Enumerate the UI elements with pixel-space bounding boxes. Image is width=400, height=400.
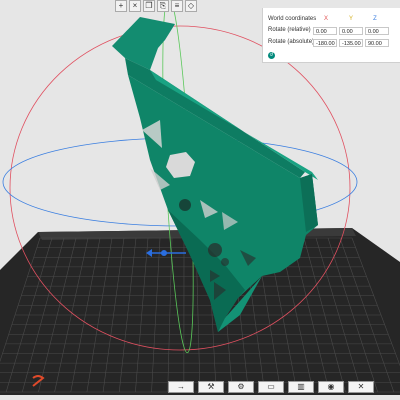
tools-icon[interactable]: ⚒ <box>198 381 224 393</box>
delete-icon[interactable]: × <box>129 0 141 12</box>
arrow-right-icon[interactable]: → <box>168 381 194 393</box>
row-label-absolute: Rotate (absolute) <box>268 39 315 45</box>
reset-rotation-icon[interactable]: ↺ <box>268 52 275 59</box>
axis-z-label: Z <box>373 16 377 22</box>
eye-icon[interactable]: ◉ <box>318 381 344 393</box>
add-object-icon[interactable]: + <box>115 0 127 12</box>
layers-icon[interactable]: ≡ <box>171 0 183 12</box>
axis-x-label: X <box>323 16 328 22</box>
placeholder-icon[interactable]: ▭ <box>258 381 284 393</box>
top-toolbar: + × ❐ ⎘ ≡ ◇ <box>115 0 265 12</box>
row-label-relative: Rotate (relative) <box>268 27 311 33</box>
rotation-panel: World coordinates X Y Z Rotate (relative… <box>262 8 400 63</box>
copy-icon[interactable]: ❐ <box>143 0 155 12</box>
rotate-absolute-z-field[interactable]: 90.00 <box>365 39 389 47</box>
wrench-icon[interactable]: ⚙ <box>228 381 254 393</box>
axis-y-label: Y <box>348 16 353 22</box>
measure-icon[interactable]: ◇ <box>185 0 197 12</box>
rotate-absolute-x-field[interactable]: -180.00 <box>313 39 337 47</box>
paste-icon[interactable]: ⎘ <box>157 0 169 12</box>
rotate-absolute-y-field[interactable]: -135.00 <box>339 39 363 47</box>
rotate-relative-x-field[interactable]: 0.00 <box>313 27 337 35</box>
close-icon[interactable]: ✕ <box>348 381 374 393</box>
bottom-toolbar: → ⚒ ⚙ ▭ ▥ ◉ ✕ <box>168 380 400 400</box>
rotate-relative-y-field[interactable]: 0.00 <box>339 27 363 35</box>
ruler-icon[interactable]: ▥ <box>288 381 314 393</box>
axis-header: X Y Z <box>263 16 400 24</box>
rotate-relative-z-field[interactable]: 0.00 <box>365 27 389 35</box>
